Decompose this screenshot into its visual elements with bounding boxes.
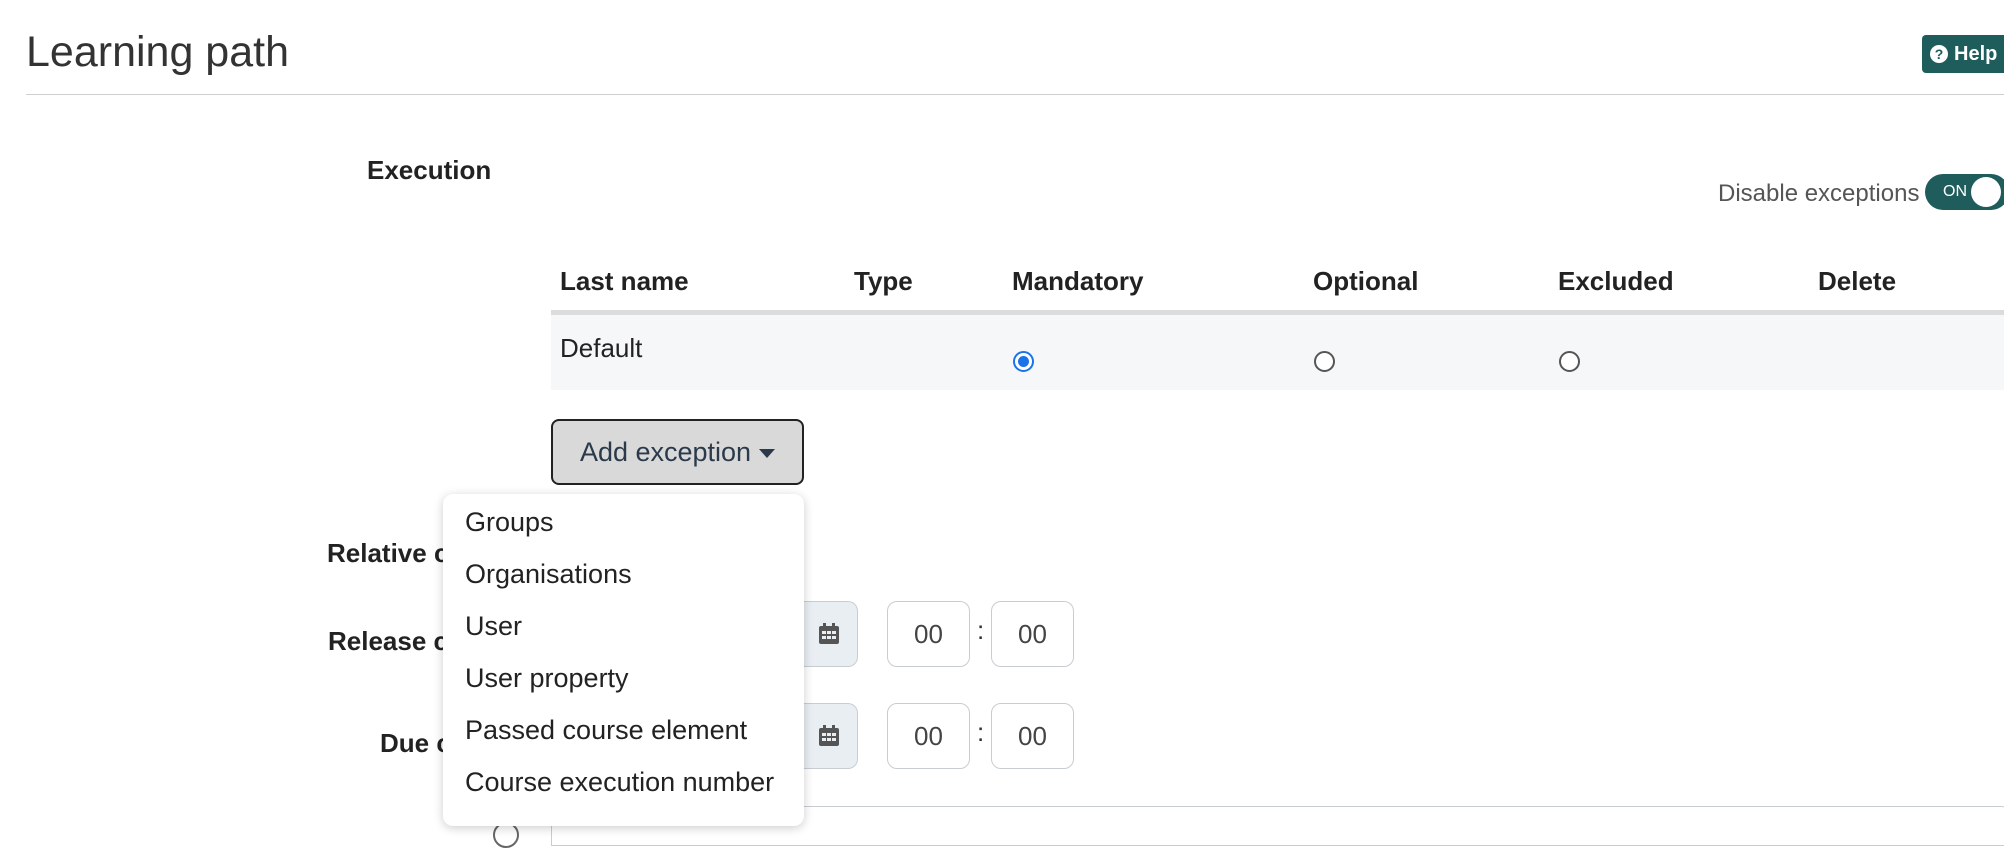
menu-item-course-execution-number[interactable]: Course execution number <box>443 769 804 822</box>
column-excluded: Excluded <box>1558 266 1674 296</box>
help-label: Help <box>1954 42 1998 65</box>
caret-down-icon <box>759 449 776 458</box>
excluded-radio[interactable] <box>1559 351 1580 372</box>
time-separator: : <box>977 615 985 645</box>
row-last-name: Default <box>560 333 643 363</box>
question-icon: ? <box>1930 45 1948 63</box>
help-button[interactable]: ? Help <box>1922 35 2004 73</box>
page-title: Learning path <box>26 28 289 76</box>
due-hours-input[interactable]: 00 <box>887 703 970 769</box>
relative-dates-label: Relative c <box>327 538 449 568</box>
time-separator: : <box>977 717 985 747</box>
release-date-calendar-button[interactable] <box>800 601 858 667</box>
menu-item-user-property[interactable]: User property <box>443 665 804 718</box>
disable-exceptions-toggle[interactable]: ON <box>1925 174 2004 210</box>
toggle-knob <box>1971 177 2001 207</box>
release-minutes-input[interactable]: 00 <box>991 601 1074 667</box>
disable-exceptions-label: Disable exceptions <box>1718 180 1920 207</box>
release-date-label: Release c <box>328 626 448 656</box>
menu-item-groups[interactable]: Groups <box>443 509 804 562</box>
column-mandatory: Mandatory <box>1012 266 1144 296</box>
mandatory-radio[interactable] <box>1013 351 1034 372</box>
calendar-icon <box>818 623 839 644</box>
calendar-icon <box>818 725 839 746</box>
menu-item-passed-course-element[interactable]: Passed course element <box>443 717 804 770</box>
title-divider <box>26 94 2004 95</box>
menu-item-organisations[interactable]: Organisations <box>443 561 804 614</box>
execution-label: Execution <box>367 155 492 185</box>
menu-item-user[interactable]: User <box>443 613 804 666</box>
due-date-label: Due c <box>380 728 451 758</box>
column-delete: Delete <box>1818 266 1897 296</box>
table-row <box>551 315 2004 390</box>
due-date-calendar-button[interactable] <box>800 703 858 769</box>
optional-radio[interactable] <box>1314 351 1335 372</box>
column-optional: Optional <box>1313 266 1419 296</box>
add-exception-menu: Groups Organisations User User property … <box>443 494 804 826</box>
column-type[interactable]: Type <box>854 266 913 297</box>
add-exception-button[interactable]: Add exception <box>551 419 804 485</box>
release-hours-input[interactable]: 00 <box>887 601 970 667</box>
toggle-state-label: ON <box>1943 183 1967 200</box>
add-exception-label: Add exception <box>579 436 752 467</box>
column-last-name[interactable]: Last name <box>560 266 689 297</box>
due-minutes-input[interactable]: 00 <box>991 703 1074 769</box>
